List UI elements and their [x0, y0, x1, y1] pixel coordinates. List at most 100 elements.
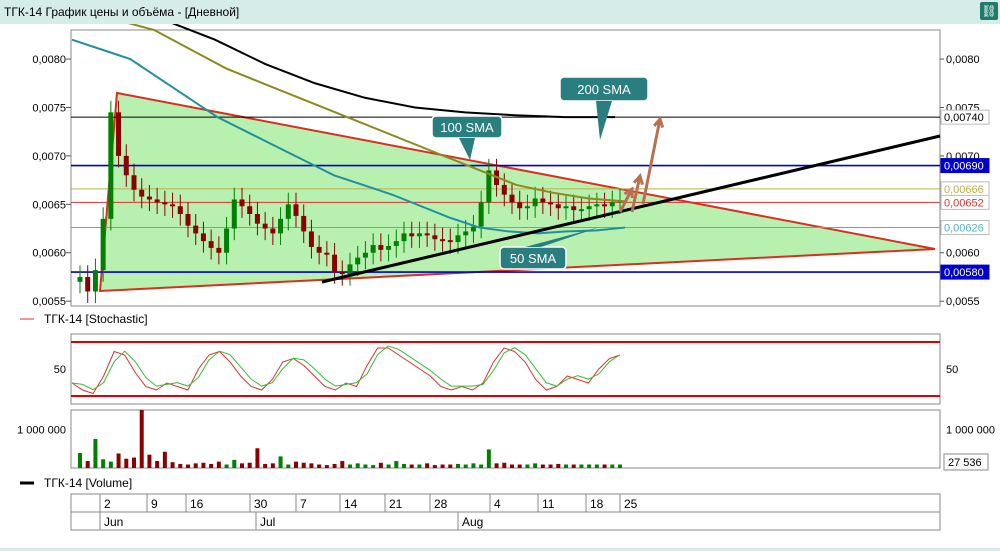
candle: [571, 206, 577, 211]
volume-bar: [309, 463, 314, 468]
candle: [355, 257, 361, 265]
candle: [239, 199, 245, 207]
candle: [409, 233, 415, 237]
level-label: 0,00580: [944, 267, 984, 279]
month-label: Jun: [104, 515, 123, 529]
volume-bar: [193, 463, 198, 468]
day-label: 16: [190, 497, 204, 511]
stoch-right-tick: 50: [946, 364, 958, 376]
volume-bar: [201, 462, 206, 468]
volume-bar: [378, 462, 383, 468]
volume-bar: [340, 461, 345, 468]
candle: [470, 226, 476, 232]
candle: [586, 206, 592, 210]
title-bar: ТГК-14 График цены и объёма - [Дневной] …: [0, 0, 1000, 24]
candle: [447, 240, 453, 243]
candle: [324, 252, 330, 255]
y-tick-label: 0,0060: [32, 248, 66, 260]
volume-bar: [209, 463, 214, 468]
volume-bar: [402, 463, 406, 468]
candle: [609, 202, 615, 207]
candle: [339, 272, 345, 275]
month-label: Jul: [260, 515, 275, 529]
volume-bar: [132, 457, 136, 468]
candle: [185, 214, 191, 226]
window-title: ТГК-14 График цены и объёма - [Дневной]: [4, 5, 240, 19]
volume-bar: [232, 459, 237, 468]
right-tick-label: 0,0060: [946, 248, 980, 260]
volume-bar: [564, 464, 568, 468]
volume-bar: [178, 463, 183, 468]
volume-bar: [186, 464, 190, 468]
day-label: 18: [590, 497, 604, 511]
volume-bar: [517, 464, 522, 468]
volume-right-tick: 1 000 000: [946, 424, 995, 436]
volume-bar: [571, 464, 576, 468]
candle: [285, 204, 291, 219]
candle: [432, 235, 438, 240]
volume-bar: [456, 463, 460, 468]
volume-bar: [432, 465, 437, 468]
candle: [92, 270, 98, 292]
volume-legend: ТГК-14 [Volume]: [44, 476, 132, 490]
volume-bar: [417, 464, 422, 468]
volume-bar: [247, 462, 252, 468]
volume-bar: [124, 458, 129, 468]
stoch-legend: ТГК-14 [Stochastic]: [44, 312, 148, 326]
candle: [154, 199, 160, 203]
volume-bar: [510, 464, 514, 468]
candle: [602, 204, 608, 207]
candle: [509, 194, 515, 203]
candle: [578, 209, 584, 212]
volume-bar: [278, 456, 283, 468]
chart-area[interactable]: 0,0080 0,0075 0,0070 0,0065 0,0060 0,0055 0,00…: [0, 19, 1000, 548]
volume-bar: [317, 464, 322, 468]
y-tick-label: 0,0055: [32, 296, 66, 308]
volume-bar: [479, 464, 484, 468]
candle: [524, 206, 530, 209]
candle: [478, 202, 484, 227]
volume-bar: [440, 464, 445, 468]
y-tick-label: 0,0070: [32, 151, 66, 163]
candle: [254, 214, 260, 224]
volume-bar: [610, 464, 615, 468]
volume-bar: [263, 463, 268, 468]
candle: [208, 241, 214, 248]
volume-bar: [425, 463, 430, 468]
volume-bar: [533, 463, 538, 468]
candle: [463, 231, 469, 236]
volume-panel[interactable]: 1 000 000 1 000 000 27 536: [17, 409, 995, 471]
right-tick-label: 0,0080: [946, 54, 980, 66]
volume-bar: [525, 464, 530, 468]
volume-bar: [494, 463, 499, 468]
candle: [293, 204, 299, 216]
candle: [131, 175, 137, 190]
volume-bar: [409, 464, 414, 468]
last-volume-label: 27 536: [948, 457, 982, 469]
candle: [139, 189, 145, 197]
volume-bar: [471, 463, 476, 468]
volume-bar: [448, 464, 453, 468]
candle: [262, 223, 268, 229]
candle: [108, 112, 114, 219]
link-icon[interactable]: ⛓: [980, 2, 998, 20]
volume-bar: [486, 449, 491, 468]
volume-bar: [386, 464, 391, 468]
candle: [332, 254, 338, 273]
candle: [501, 184, 507, 195]
candle: [316, 246, 322, 253]
candle: [278, 218, 284, 234]
volume-bar: [101, 459, 106, 468]
volume-bar: [579, 464, 584, 468]
callout-label: 200 SMA: [577, 82, 631, 97]
chart-svg[interactable]: 0,0080 0,0075 0,0070 0,0065 0,0060 0,0055 0,00…: [0, 19, 1000, 548]
price-panel[interactable]: 0,0080 0,0075 0,0070 0,0065 0,0060 0,0055 0,00…: [32, 19, 990, 308]
candle: [370, 244, 376, 253]
candle: [386, 245, 392, 250]
candle: [517, 202, 523, 209]
candle: [177, 206, 183, 214]
stochastic-panel[interactable]: 50 50: [54, 333, 959, 405]
volume-bar: [139, 410, 144, 468]
volume-bar: [548, 464, 553, 468]
day-label: 7: [300, 497, 307, 511]
